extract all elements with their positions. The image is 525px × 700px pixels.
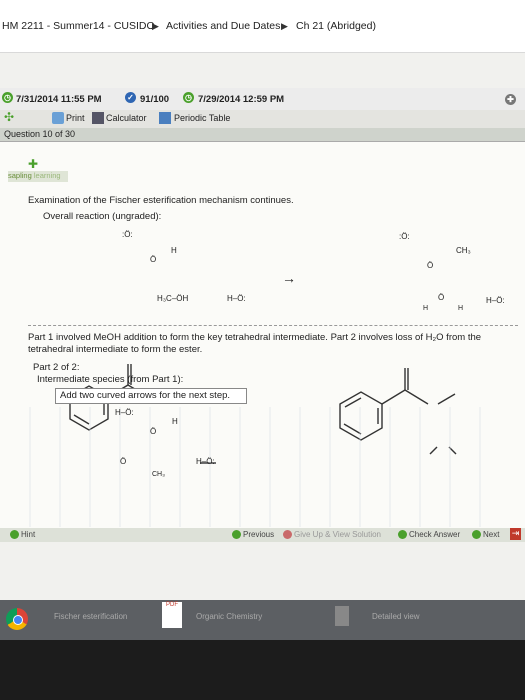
part1-text-line1: Part 1 involved MeOH addition to form th… [28,332,482,343]
taskbar-item-3[interactable]: Detailed view [372,612,420,621]
intermediate-top-oh[interactable]: H–Ö: [115,408,134,417]
water-bond [429,446,438,455]
give-up-button[interactable]: Give Up & View Solution [283,530,381,540]
calculator-button[interactable]: Calculator [106,113,147,123]
print-button[interactable]: Print [66,113,85,123]
navigation-bar: Hint Previous Give Up & View Solution Ch… [0,528,525,542]
question-bar: Question 10 of 30 [0,128,525,142]
reactant-h: H [171,246,177,255]
intermediate-ome-o[interactable]: Ö [120,457,126,466]
chrome-center [13,615,23,625]
print-date-text: 7/29/2014 12:59 PM [198,94,285,105]
due-date-icon: ◷ [2,92,13,103]
printer-icon [52,112,64,124]
folder-icon[interactable] [335,606,349,626]
breadcrumb-arrow-icon: ▶ [281,21,288,31]
next-icon [472,530,481,540]
reactant-carbonyl-o: :Ö: [122,230,133,239]
reaction-arrow-icon: → [282,270,296,286]
methanol-label: H₃C–ÖH [157,294,189,303]
pdf-icon[interactable]: PDF [162,602,182,628]
intermediate-structure [200,462,216,464]
toolbar: ✣ Print Calculator Periodic Table [0,110,525,128]
hint-icon [10,530,19,540]
score-text: 91/100 [140,94,170,105]
hydronium-label: H–Ö: [227,294,246,303]
check-answer-button[interactable]: Check Answer [398,530,460,540]
water-h-right: H [458,305,464,312]
product-benzene-ring [339,368,457,455]
intermediate-water-label[interactable]: H–Ö: [196,457,215,466]
reactant-oh-o: Ö [150,255,157,264]
water-o: Ö [438,293,445,302]
calculator-icon [92,112,104,124]
water-h-left: H [423,305,429,312]
periodic-table-button[interactable]: Periodic Table [174,113,230,123]
intermediate-oh-o[interactable]: Ö [150,427,156,436]
browser-screen: HM 2211 - Summer14 - CUSIDO ▶ Activities… [0,0,525,640]
taskbar-item-2[interactable]: Organic Chemistry [196,612,262,621]
bond [404,389,429,405]
intermediate-label: Intermediate species (from Part 1): [37,374,184,385]
give-up-icon [283,530,292,540]
next-red-arrow-icon[interactable]: ⇥ [510,528,521,540]
question-counter: Question 10 of 30 [4,129,76,139]
bond [381,389,406,405]
divider [28,325,518,326]
product-ch3-label: CH₃ [456,246,471,255]
next-button[interactable]: Next [472,530,499,540]
breadcrumb-course[interactable]: HM 2211 - Summer14 - CUSIDO [2,20,155,32]
due-date-text: 7/31/2014 11:55 PM [16,94,102,105]
product-hydronium-label: H–Ö: [486,296,505,305]
periodic-table-icon [159,112,171,124]
intermediate-h: H [172,417,178,426]
check-icon [398,530,407,540]
instruction-text: Add two curved arrows for the next step. [60,390,231,401]
part2-label: Part 2 of 2: [33,362,80,373]
help-icon[interactable]: ✚ [505,94,516,105]
status-bar: ◷ 7/31/2014 11:55 PM ✓ 91/100 ◷ 7/29/201… [0,88,525,110]
os-taskbar: Fischer esterification PDF Organic Chemi… [0,600,525,640]
score-icon: ✓ [125,92,136,103]
benzene-ring-2 [339,391,383,441]
intermediate-ch3-label: CH₃ [152,471,165,478]
print-date-icon: ◷ [183,92,194,103]
question-content: ✚ sapling learning Examination of the Fi… [0,142,525,528]
breadcrumb-chapter[interactable]: Ch 21 (Abridged) [296,20,376,32]
product-ester-o: Ö [427,261,434,270]
instruction-box: Add two curved arrows for the next step. [55,388,247,404]
product-carbonyl-o: :Ö: [399,232,410,241]
breadcrumb-arrow-icon: ▶ [152,21,159,31]
part1-text-line2: tetrahedral intermediate to form the est… [28,344,203,355]
breadcrumb: HM 2211 - Summer14 - CUSIDO ▶ Activities… [0,0,525,53]
bond [437,393,456,405]
taskbar-item-1[interactable]: Fischer esterification [54,612,127,621]
previous-button[interactable]: Previous [232,530,274,540]
hint-button[interactable]: Hint [10,530,35,540]
previous-icon [232,530,241,540]
green-arrows-icon: ✣ [4,110,15,124]
breadcrumb-activities[interactable]: Activities and Due Dates [166,20,280,32]
